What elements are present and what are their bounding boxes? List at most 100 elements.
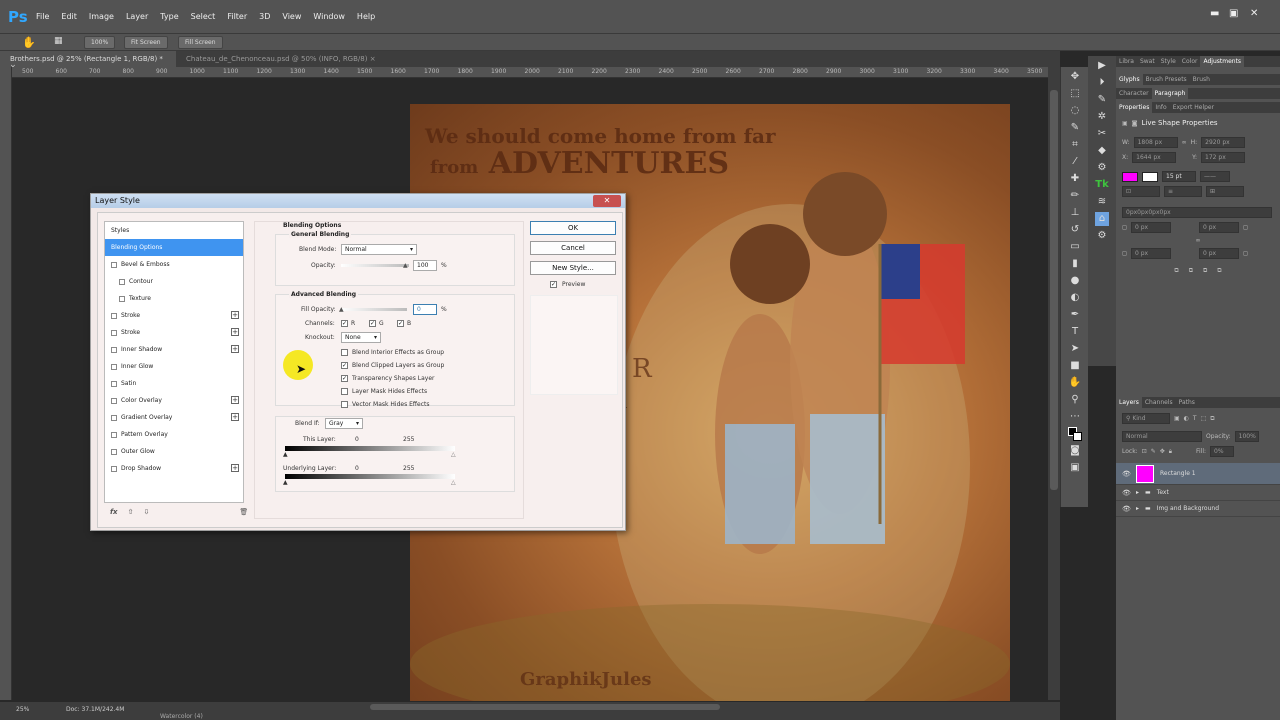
style-checkbox[interactable] [119,278,125,285]
this-layer-white-handle[interactable]: △ [451,451,456,458]
lock-transparent-icon[interactable]: ⊡ [1142,448,1147,455]
style-item[interactable]: Pattern Overlay [105,426,243,443]
add-style-icon[interactable]: + [231,328,239,336]
this-layer-black-handle[interactable]: ▲ [283,451,288,458]
fit-screen-button[interactable]: Fit Screen [124,36,168,49]
menu-filter[interactable]: Filter [221,12,253,21]
style-checkbox[interactable] [111,380,117,387]
eyedropper-icon[interactable]: ⁄ [1068,155,1082,169]
brush-tool-icon[interactable]: ✏ [1068,189,1082,203]
clone-source-icon[interactable]: ✲ [1095,110,1109,124]
height-field[interactable]: 2920 px [1201,137,1246,148]
filter-adjust-icon[interactable]: ◐ [1184,415,1189,422]
screen-mode-icon[interactable]: ▣ [1068,461,1082,475]
ok-button[interactable]: OK [530,221,616,235]
expand-arrow-icon[interactable]: ▸ [1136,489,1139,496]
style-item[interactable]: Contour [105,273,243,290]
quick-mask-icon[interactable]: ◙ [1068,444,1082,458]
layer-row[interactable]: 👁︎ Rectangle 1 [1116,463,1280,485]
stamp-tool-icon[interactable]: ⊥ [1068,206,1082,220]
stack-icon[interactable]: ≋ [1095,195,1109,209]
expand-arrow-icon[interactable]: ▸ [1136,505,1139,512]
align-stroke-dropdown[interactable]: ⊡ [1122,186,1160,197]
tab-brush[interactable]: Brush [1190,74,1213,85]
menu-type[interactable]: Type [154,12,184,21]
menu-image[interactable]: Image [83,12,120,21]
combine-shapes-icon[interactable]: ⧉ [1174,267,1178,275]
filter-smart-icon[interactable]: ⧉ [1210,415,1214,423]
dialog-close-icon[interactable]: ✕ [593,195,621,207]
add-style-icon[interactable]: + [231,345,239,353]
menu-file[interactable]: File [30,12,55,21]
advanced-option-row[interactable]: Layer Mask Hides Effects [341,385,511,398]
style-checkbox[interactable] [111,414,117,421]
adjust-icon[interactable]: ⌂ [1095,212,1109,226]
visibility-eye-icon[interactable]: 👁︎ [1122,470,1131,478]
advanced-option-checkbox[interactable] [341,349,348,356]
link-corners-icon[interactable]: ∞ [1196,237,1201,244]
menu-layer[interactable]: Layer [120,12,154,21]
this-layer-gradient[interactable] [285,446,455,451]
underlying-white-handle[interactable]: △ [451,479,456,486]
opacity-input[interactable]: 100 [413,260,437,271]
tab-channels[interactable]: Channels [1142,397,1176,408]
cancel-button[interactable]: Cancel [530,241,616,255]
tab-properties[interactable]: Properties [1116,102,1153,113]
play-icon[interactable]: ▶ [1095,59,1109,73]
stroke-caps-dropdown[interactable]: ≡ [1164,186,1202,197]
advanced-option-checkbox[interactable]: ✓ [341,375,348,382]
maximize-icon[interactable]: ▣ [1229,8,1238,19]
scroll-all-icon[interactable]: ▦ [54,36,63,46]
3d-icon[interactable]: ◆ [1095,144,1109,158]
style-checkbox[interactable] [119,295,125,302]
color-swatches-icon[interactable] [1068,427,1082,441]
menu-edit[interactable]: Edit [55,12,83,21]
fill-opacity-input[interactable]: 0 [413,304,437,315]
fill-screen-button[interactable]: Fill Screen [178,36,223,49]
hand-tool-icon[interactable]: ✋ [22,36,36,49]
fill-opacity-slider[interactable] [341,308,407,311]
zoom-tool-icon[interactable]: ⚲ [1068,393,1082,407]
channel-b-checkbox[interactable]: ✓ [397,320,404,327]
corner-tl-field[interactable]: 0 px [1130,222,1171,233]
tab-adjustments[interactable]: Adjustments [1200,56,1245,67]
tab-brush-presets[interactable]: Brush Presets [1143,74,1190,85]
pen-tool-icon[interactable]: ✒ [1068,308,1082,322]
hand-tool-icon[interactable]: ✋ [1068,376,1082,390]
x-field[interactable]: 1644 px [1132,152,1177,163]
advanced-option-row[interactable]: ✓ Transparency Shapes Layer [341,372,511,385]
path-select-icon[interactable]: ➤ [1068,342,1082,356]
stroke-corners-dropdown[interactable]: ⊞ [1206,186,1244,197]
filter-shape-icon[interactable]: ⬚ [1201,415,1207,422]
scroll-thumb-h[interactable] [370,704,720,710]
move-up-icon[interactable]: ⇧ [128,508,134,516]
menu-view[interactable]: View [276,12,307,21]
lasso-tool-icon[interactable]: ◌ [1068,104,1082,118]
advanced-option-row[interactable]: Vector Mask Hides Effects [341,398,511,411]
fx-icon[interactable]: fx [110,508,118,516]
tab-color[interactable]: Color [1179,56,1201,67]
tab-info[interactable]: Info [1152,102,1169,113]
tab-export-helper[interactable]: Export Helper [1170,102,1217,113]
new-style-button[interactable]: New Style... [530,261,616,275]
history-brush-icon[interactable]: ↺ [1068,223,1082,237]
style-checkbox[interactable] [111,329,117,336]
style-item[interactable]: Blending Options [105,239,243,256]
move-tool-icon[interactable]: ✥ [1068,70,1082,84]
layer-row[interactable]: 👁︎ ▸ ▬ Img and Background [1116,501,1280,517]
menu-help[interactable]: Help [351,12,381,21]
zoom-100-button[interactable]: 100% [84,36,116,49]
style-checkbox[interactable] [111,363,117,370]
advanced-option-checkbox[interactable] [341,401,348,408]
fill-slider-handle[interactable]: ▲ [339,306,344,313]
style-checkbox[interactable] [111,448,117,455]
link-icon[interactable]: ∞ [1182,139,1187,146]
add-style-icon[interactable]: + [231,396,239,404]
style-item[interactable]: Outer Glow [105,443,243,460]
tab-chateau[interactable]: Chateau_de_Chenonceau.psd @ 50% (INFO, R… [176,51,386,67]
style-checkbox[interactable] [111,465,117,472]
blend-mode-dropdown[interactable]: Normal [1122,431,1202,442]
visibility-eye-icon[interactable]: 👁︎ [1122,489,1131,497]
add-style-icon[interactable]: + [231,464,239,472]
preview-checkbox[interactable]: ✓ [550,281,557,288]
